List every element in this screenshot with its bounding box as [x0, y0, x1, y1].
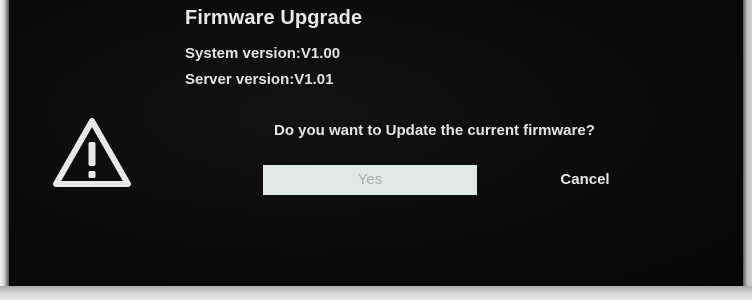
dialog-title: Firmware Upgrade — [185, 7, 363, 29]
server-version: Server version:V1.01 — [185, 71, 334, 88]
warning-exclamation-bar — [88, 142, 96, 166]
tv-bezel: Firmware Upgrade System version:V1.00 Se… — [0, 0, 752, 300]
firmware-upgrade-dialog: Firmware Upgrade System version:V1.00 Se… — [9, 0, 743, 286]
warning-icon — [53, 118, 131, 187]
yes-button[interactable]: Yes — [263, 165, 477, 195]
warning-exclamation-dot — [88, 171, 96, 178]
bottom-bezel — [0, 286, 752, 300]
system-version: System version:V1.00 — [185, 45, 341, 62]
confirm-question: Do you want to Update the current firmwa… — [274, 122, 595, 139]
cancel-button[interactable]: Cancel — [529, 165, 641, 195]
